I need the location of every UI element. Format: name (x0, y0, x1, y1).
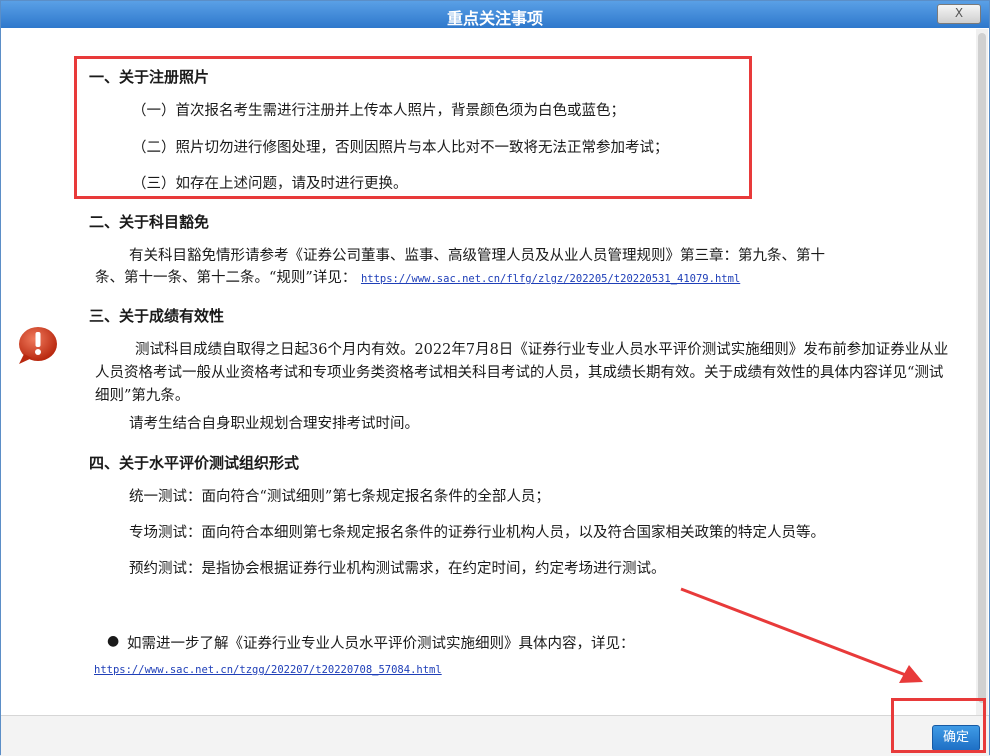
validity-text: 测试科目成绩自取得之日起36个月内有效。2022年7月8日《证券行业专业人员水平… (95, 342, 949, 404)
exemption-text-line1: 有关科目豁免情形请参考《证券公司董事、监事、高级管理人员及从业人员管理规则》第三… (129, 248, 825, 264)
title-bar: 重点关注事项 X (1, 1, 989, 28)
details-link[interactable]: https://www.sac.net.cn/tzgg/202207/t2022… (94, 664, 442, 676)
arrow-annotation (680, 587, 923, 683)
section-title-exemption: 二、关于科目豁免 (89, 213, 210, 231)
format-item-3: 预约测试：是指协会根据证券行业机构测试需求，在约定时间，约定考场进行测试。 (129, 561, 666, 577)
section-title-validity: 三、关于成绩有效性 (89, 307, 225, 325)
bullet-icon: ● (107, 633, 120, 649)
exemption-text: 条、第十一条、第十二条。“规则”详见： (95, 270, 357, 286)
exemption-text-line2: 条、第十一条、第十二条。“规则”详见： https://www.sac.net.… (95, 267, 955, 291)
dialog-title: 重点关注事项 (446, 9, 543, 28)
close-button[interactable]: X (937, 4, 981, 24)
rules-link[interactable]: https://www.sac.net.cn/flfg/zlgz/202205/… (361, 273, 740, 285)
validity-advice: 请考生结合自身职业规划合理安排考试时间。 (129, 416, 419, 432)
dialog-footer (1, 715, 989, 756)
dialog-window: 重点关注事项 X 一、关于注册照片 （一）首次报名考生需进行注册并上传本人照片，… (0, 0, 990, 756)
format-item-1: 统一测试：面向符合“测试细则”第七条规定报名条件的全部人员； (129, 489, 550, 505)
scroll-thumb[interactable] (978, 33, 986, 703)
highlight-box (74, 56, 752, 199)
format-item-2: 专场测试：面向符合本细则第七条规定报名条件的证券行业机构人员，以及符合国家相关政… (129, 525, 825, 541)
highlight-box-confirm (891, 698, 986, 753)
scrollbar[interactable] (976, 29, 988, 715)
section-title-format: 四、关于水平评价测试组织形式 (89, 454, 300, 472)
exclamation-bubble-icon (19, 327, 57, 364)
